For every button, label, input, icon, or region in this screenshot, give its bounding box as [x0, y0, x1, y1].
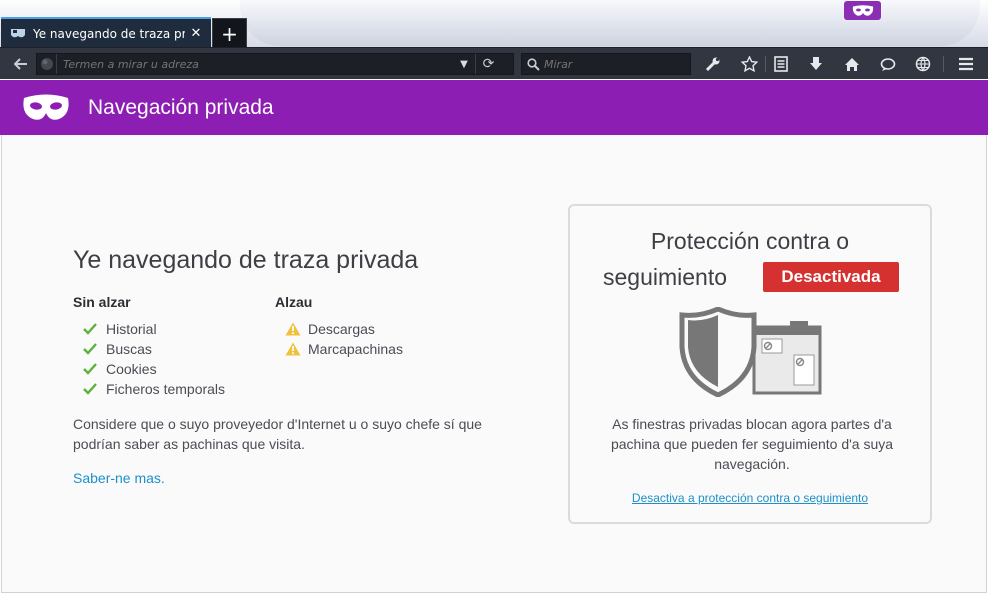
search-icon: [527, 57, 540, 71]
url-input[interactable]: [63, 57, 453, 71]
new-tab-button[interactable]: +: [212, 18, 247, 48]
list-item-label: Buscas: [106, 341, 152, 357]
list-item: Buscas: [73, 339, 225, 359]
globe-icon[interactable]: [912, 52, 934, 76]
toolbar-separator: [765, 56, 766, 72]
tracking-protection-panel: Protección contra o seguimiento Desactiv…: [568, 204, 932, 524]
not-saved-list: Historial Buscas Cookies Ficheros tempor…: [73, 319, 225, 399]
reload-icon[interactable]: ⟳: [475, 54, 501, 74]
close-tab-icon[interactable]: ✕: [189, 26, 203, 41]
saved-list: Descargas Marcapachinas: [275, 319, 403, 359]
privacy-note: Considere que o suyo proveyedor d'Intern…: [73, 416, 482, 452]
warning-icon: [285, 342, 307, 356]
search-input[interactable]: [544, 57, 684, 71]
private-browsing-header: Navegación privada: [0, 80, 988, 135]
hamburger-menu-icon[interactable]: [955, 52, 977, 76]
not-saved-heading: Sin alzar: [73, 294, 131, 310]
list-item-label: Marcapachinas: [308, 341, 403, 357]
list-item-label: Cookies: [106, 361, 157, 377]
toggle-tracking-protection-link[interactable]: Desactiva a protección contra o seguimie…: [570, 491, 930, 505]
toolbar-separator: [943, 56, 944, 72]
status-badge: Desactivada: [763, 262, 899, 292]
list-item-label: Ficheros temporals: [106, 381, 226, 397]
bookmark-star-icon[interactable]: [738, 52, 760, 76]
list-item: Ficheros temporals: [73, 379, 225, 399]
list-item: Cookies: [73, 359, 225, 379]
checkmark-icon: [83, 362, 105, 376]
private-tab-icon: [10, 26, 26, 42]
tracking-protection-title-line1: Protección contra o: [650, 228, 850, 254]
saved-heading: Alzau: [275, 294, 313, 310]
main-heading: Ye navegando de traza privada: [73, 246, 419, 274]
private-browsing-content: Ye navegando de traza privada Sin alzar …: [1, 135, 987, 593]
warning-icon: [285, 322, 307, 336]
shield-page-illustration-icon: [679, 307, 822, 397]
page-title: Navegación privada: [88, 95, 274, 119]
site-identity-icon[interactable]: [37, 54, 57, 74]
private-browsing-indicator-icon: [844, 1, 881, 20]
tab-private-browsing[interactable]: Ye navegando de traza priv... ✕: [1, 17, 211, 48]
private-mask-icon: [23, 94, 69, 120]
tab-title: Ye navegando de traza priv...: [33, 26, 185, 41]
url-bar[interactable]: ▼ ⟳: [36, 53, 514, 75]
checkmark-icon: [83, 322, 105, 336]
home-icon[interactable]: [841, 52, 863, 76]
download-icon[interactable]: [805, 52, 827, 76]
list-item: Marcapachinas: [275, 339, 403, 359]
tracking-protection-title-line2: seguimiento: [603, 264, 728, 290]
chat-icon[interactable]: [877, 52, 899, 76]
list-item: Historial: [73, 319, 225, 339]
url-dropdown-icon[interactable]: ▼: [453, 54, 475, 74]
learn-more-link[interactable]: Saber-ne mas.: [73, 470, 165, 486]
tracking-protection-description: As finestras privadas blocan agora parte…: [610, 416, 894, 472]
back-icon[interactable]: [8, 52, 34, 76]
list-item: Descargas: [275, 319, 403, 339]
navigation-toolbar: ▼ ⟳: [0, 47, 988, 79]
wrench-icon[interactable]: [702, 52, 724, 76]
reading-list-icon[interactable]: [770, 52, 792, 76]
checkmark-icon: [83, 342, 105, 356]
list-item-label: Historial: [106, 321, 157, 337]
search-bar[interactable]: [521, 53, 691, 75]
checkmark-icon: [83, 382, 105, 396]
list-item-label: Descargas: [308, 321, 375, 337]
